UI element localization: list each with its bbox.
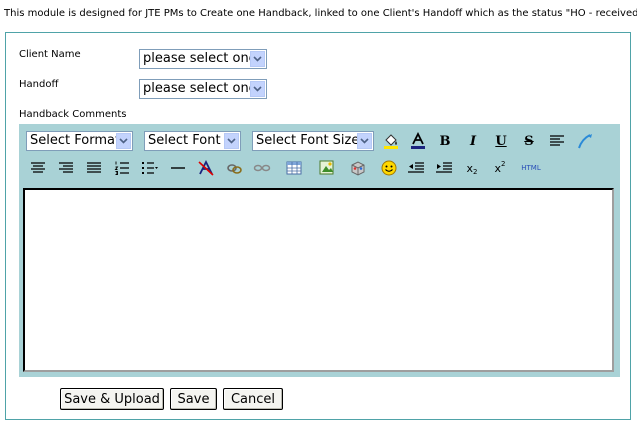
- outdent-icon[interactable]: [405, 157, 427, 179]
- handoff-select-value: please select one: [143, 81, 257, 96]
- font-select-value: Select Font: [148, 133, 221, 148]
- align-center-icon[interactable]: [27, 157, 49, 179]
- font-color-icon[interactable]: [407, 130, 429, 152]
- unordered-list-icon[interactable]: [139, 157, 161, 179]
- italic-icon[interactable]: I: [462, 130, 484, 152]
- chevron-down-icon[interactable]: [250, 81, 265, 97]
- ordered-list-icon[interactable]: [111, 157, 133, 179]
- underline-icon[interactable]: U: [490, 130, 512, 152]
- handoff-label: Handoff: [19, 79, 59, 90]
- insert-table-icon[interactable]: [283, 157, 305, 179]
- superscript-icon[interactable]: x2: [489, 157, 511, 179]
- insert-image-icon[interactable]: [316, 157, 338, 179]
- format-select-value: Select Format: [30, 133, 121, 148]
- save-upload-button[interactable]: Save & Upload: [60, 388, 164, 410]
- align-justify-icon[interactable]: [83, 157, 105, 179]
- align-right-icon[interactable]: [55, 157, 77, 179]
- handoff-select[interactable]: please select one: [139, 79, 267, 99]
- strikethrough-icon[interactable]: S: [518, 130, 540, 152]
- chevron-down-icon[interactable]: [116, 133, 131, 149]
- comments-edit-area[interactable]: [23, 188, 614, 372]
- insert-media-icon[interactable]: [347, 157, 369, 179]
- smiley-icon[interactable]: [378, 157, 400, 179]
- subscript-mark: 2: [473, 168, 478, 176]
- remove-format-icon[interactable]: [195, 157, 217, 179]
- superscript-mark: 2: [501, 160, 506, 168]
- save-button[interactable]: Save: [170, 388, 217, 410]
- unlink-icon[interactable]: [251, 157, 273, 179]
- insert-link-icon[interactable]: [223, 157, 245, 179]
- font-select[interactable]: Select Font: [144, 131, 241, 151]
- format-select[interactable]: Select Format: [26, 131, 133, 151]
- intro-text: This module is designed for JTE PMs to C…: [4, 8, 637, 19]
- horizontal-rule-icon[interactable]: [167, 157, 189, 179]
- cancel-button[interactable]: Cancel: [223, 388, 283, 410]
- rich-text-editor: Select Format Select Font Select Font Si…: [19, 124, 620, 377]
- client-name-label: Client Name: [19, 49, 81, 60]
- font-size-select[interactable]: Select Font Size: [252, 131, 374, 151]
- client-name-select-value: please select one: [143, 51, 257, 66]
- font-size-select-value: Select Font Size: [256, 133, 360, 148]
- fill-color-icon[interactable]: [380, 130, 402, 152]
- cleanup-icon[interactable]: [574, 130, 596, 152]
- align-left-icon[interactable]: [546, 130, 568, 152]
- client-name-select[interactable]: please select one: [139, 49, 267, 69]
- chevron-down-icon[interactable]: [357, 133, 372, 149]
- indent-icon[interactable]: [433, 157, 455, 179]
- html-source-button[interactable]: HTML: [517, 157, 545, 179]
- subscript-icon[interactable]: x2: [461, 157, 483, 179]
- chevron-down-icon[interactable]: [224, 133, 239, 149]
- chevron-down-icon[interactable]: [250, 51, 265, 67]
- handback-comments-label: Handback Comments: [19, 109, 127, 120]
- bold-icon[interactable]: B: [434, 130, 456, 152]
